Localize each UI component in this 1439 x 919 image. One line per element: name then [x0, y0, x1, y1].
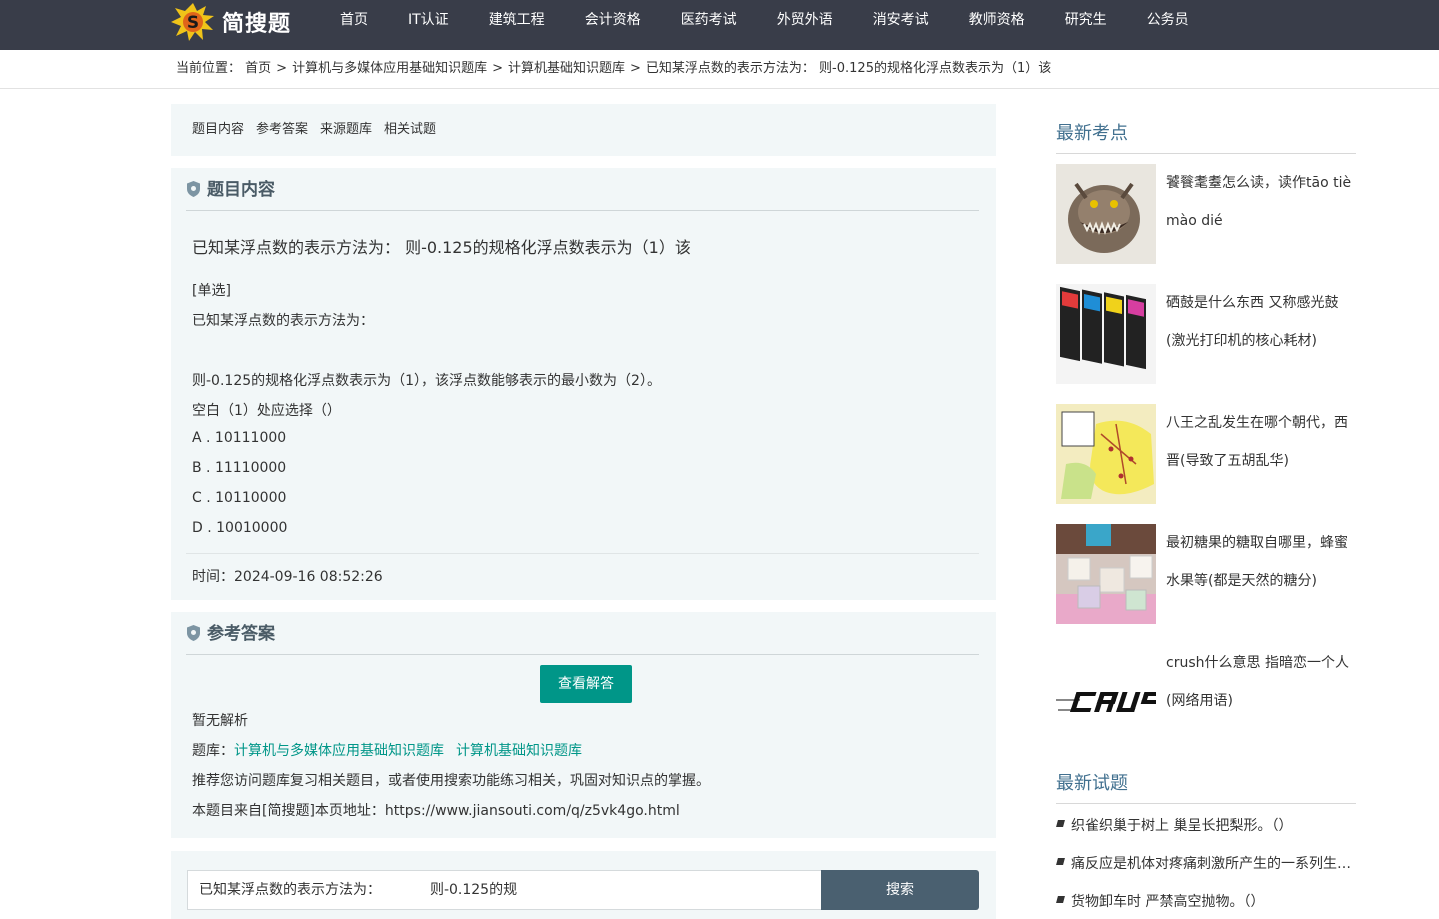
topic-title: 饕餮耄耋怎么读，读作tāo tiè mào dié	[1166, 175, 1352, 229]
tab-related[interactable]: 相关试题	[384, 104, 436, 156]
nav-item-postgraduate[interactable]: 研究生	[1045, 0, 1127, 40]
question-stem: 已知某浮点数的表示方法为：	[192, 313, 374, 329]
tab-question[interactable]: 题目内容	[192, 104, 244, 156]
answer-recommend: 推荐您访问题库复习相关题目，或者使用搜索功能练习相关，巩固对知识点的掌握。	[192, 773, 710, 789]
nav-item-accounting[interactable]: 会计资格	[565, 0, 661, 40]
bullet-icon	[1056, 820, 1065, 827]
question-type: [单选]	[192, 283, 231, 299]
view-answer-button[interactable]: 查看解答	[540, 665, 632, 703]
nav-item-civil-service[interactable]: 公务员	[1127, 0, 1209, 40]
breadcrumb-home[interactable]: 首页	[245, 61, 271, 76]
bullet-icon	[1056, 858, 1065, 865]
topic-thumbnail	[1056, 164, 1156, 264]
breadcrumb-separator: >	[276, 61, 288, 76]
topic-item[interactable]: 最初糖果的糖取自哪里，蜂蜜水果等(都是天然的糖分)	[1056, 524, 1356, 624]
latest-question-text: 货物卸车时 严禁高空抛物。（）	[1071, 894, 1265, 910]
breadcrumb-separator: >	[492, 61, 503, 76]
shield-icon	[187, 181, 200, 197]
latest-question-item[interactable]: 痛反应是机体对疼痛刺激所产生的一系列生理、病理变化和心理变化	[1056, 853, 1356, 873]
question-stem-continued: 则-0.125的规格化浮点数表示为（1），该浮点数能够表示的最小数为（2）。	[192, 373, 661, 389]
question-title: 已知某浮点数的表示方法为： 则-0.125的规格化浮点数表示为（1）该	[192, 238, 691, 257]
divider	[186, 553, 979, 554]
topic-thumbnail	[1056, 284, 1156, 384]
search-panel: 已知某浮点数的表示方法为： 则-0.125的规 搜索	[171, 851, 996, 919]
breadcrumb-current[interactable]: 已知某浮点数的表示方法为： 则-0.125的规格化浮点数表示为（1）该	[646, 61, 1051, 76]
question-section-header: 题目内容	[186, 168, 979, 211]
bullet-icon	[1056, 896, 1065, 903]
option-b: B . 11110000	[192, 460, 287, 476]
question-panel: 题目内容 已知某浮点数的表示方法为： 则-0.125的规格化浮点数表示为（1）该…	[171, 168, 996, 600]
breadcrumb-bank[interactable]: 计算机与多媒体应用基础知识题库	[292, 61, 487, 76]
site-logo[interactable]: S 简搜题	[170, 2, 291, 42]
breadcrumb: 当前位置： 首页 > 计算机与多媒体应用基础知识题库 > 计算机基础知识题库 > 已知某浮点…	[176, 50, 1051, 88]
option-a: A . 10111000	[192, 430, 287, 446]
topic-thumbnail	[1056, 524, 1156, 624]
divider	[1056, 153, 1356, 154]
search-button[interactable]: 搜索	[821, 870, 979, 910]
tab-answer[interactable]: 参考答案	[256, 104, 308, 156]
latest-questions-title: 最新试题	[1056, 773, 1128, 794]
logo-s-icon: S	[170, 2, 216, 42]
tab-source[interactable]: 来源题库	[320, 104, 372, 156]
topic-item[interactable]: 硒鼓是什么东西 又称感光鼓(激光打印机的核心耗材)	[1056, 284, 1356, 384]
bank-link-multimedia[interactable]: 计算机与多媒体应用基础知识题库	[234, 743, 444, 759]
topic-item[interactable]: crush什么意思 指暗恋一个人(网络用语)	[1056, 644, 1356, 744]
breadcrumb-prefix: 当前位置：	[176, 61, 242, 76]
latest-topics-title: 最新考点	[1056, 123, 1128, 144]
answer-section-title: 参考答案	[207, 624, 275, 644]
nav-item-it[interactable]: IT认证	[388, 0, 469, 40]
divider	[1056, 803, 1356, 804]
answer-source: 本题目来自[简搜题]本页地址：https://www.jiansouti.com…	[192, 803, 680, 819]
option-d: D . 10010000	[192, 520, 288, 536]
nav-item-fire-safety[interactable]: 消安考试	[853, 0, 949, 40]
nav-item-teacher[interactable]: 教师资格	[949, 0, 1045, 40]
answer-analysis: 暂无解析	[192, 713, 248, 729]
topic-thumbnail	[1056, 404, 1156, 504]
nav-item-construction[interactable]: 建筑工程	[469, 0, 565, 40]
svg-text:S: S	[187, 13, 199, 33]
question-section-title: 题目内容	[207, 180, 275, 200]
topic-item[interactable]: 饕餮耄耋怎么读，读作tāo tiè mào dié	[1056, 164, 1356, 264]
answer-banks: 题库：计算机与多媒体应用基础知识题库 计算机基础知识题库	[192, 740, 594, 760]
nav-item-medical[interactable]: 医药考试	[661, 0, 757, 40]
nav-item-home[interactable]: 首页	[320, 0, 388, 40]
logo-text: 简搜题	[222, 12, 292, 37]
latest-question-text: 织雀织巢于树上 巢呈长把梨形。（）	[1071, 818, 1293, 834]
topic-item[interactable]: 八王之乱发生在哪个朝代，西晋(导致了五胡乱华)	[1056, 404, 1356, 504]
nav-item-trade-language[interactable]: 外贸外语	[757, 0, 853, 40]
section-tabs: 题目内容 参考答案 来源题库 相关试题	[171, 104, 996, 156]
breadcrumb-bar: 当前位置： 首页 > 计算机与多媒体应用基础知识题库 > 计算机基础知识题库 > 已知某浮点…	[0, 50, 1439, 89]
topic-thumbnail	[1056, 644, 1156, 744]
bank-label: 题库：	[192, 743, 234, 759]
question-time: 时间：2024-09-16 08:52:26	[192, 569, 383, 585]
topic-title: 最初糖果的糖取自哪里，蜂蜜水果等(都是天然的糖分)	[1166, 535, 1348, 589]
option-c: C . 10110000	[192, 490, 287, 506]
latest-question-text: 痛反应是机体对疼痛刺激所产生的一系列生理、病理变化和心理变化	[1071, 856, 1356, 872]
answer-panel: 参考答案 查看解答 暂无解析 题库：计算机与多媒体应用基础知识题库 计算机基础知识…	[171, 612, 996, 838]
top-navbar: S 简搜题 首页 IT认证 建筑工程 会计资格 医药考试 外贸外语 消安考试 教…	[0, 0, 1439, 50]
answer-section-header: 参考答案	[186, 612, 979, 655]
main-nav: 首页 IT认证 建筑工程 会计资格 医药考试 外贸外语 消安考试 教师资格 研究…	[320, 0, 1209, 40]
latest-question-item[interactable]: 织雀织巢于树上 巢呈长把梨形。（）	[1056, 815, 1356, 835]
topic-title: 八王之乱发生在哪个朝代，西晋(导致了五胡乱华)	[1166, 415, 1348, 469]
shield-icon	[187, 625, 200, 641]
breadcrumb-separator: >	[630, 61, 641, 76]
latest-question-item[interactable]: 货物卸车时 严禁高空抛物。（）	[1056, 891, 1356, 911]
topic-title: crush什么意思 指暗恋一个人(网络用语)	[1166, 655, 1349, 709]
bank-link-computer-basics[interactable]: 计算机基础知识题库	[456, 743, 582, 759]
search-input[interactable]: 已知某浮点数的表示方法为： 则-0.125的规	[187, 870, 823, 910]
topic-title: 硒鼓是什么东西 又称感光鼓(激光打印机的核心耗材)	[1166, 295, 1339, 349]
breadcrumb-subbank[interactable]: 计算机基础知识题库	[508, 61, 625, 76]
question-blank: 空白（1）处应选择（）	[192, 403, 341, 419]
